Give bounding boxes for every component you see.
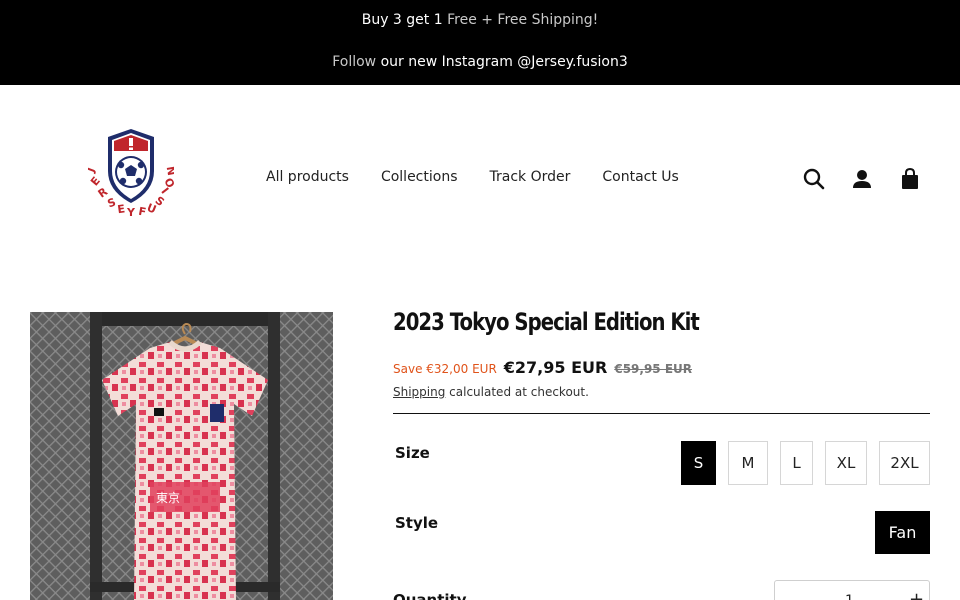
size-option-s[interactable]: S (681, 441, 716, 485)
nav-contact-us[interactable]: Contact Us (602, 169, 678, 185)
main-nav: All products Collections Track Order Con… (266, 169, 679, 185)
svg-text:E: E (117, 202, 126, 216)
logo-emblem: J E R S E Y F U S I O N (84, 129, 178, 219)
brand-logo[interactable]: J E R S E Y F U S I O N (84, 127, 178, 223)
site-header: J E R S E Y F U S I O N All products Col… (0, 85, 960, 275)
price-row: Save €32,00 EUR €27,95 EUR €59,95 EUR (393, 358, 692, 377)
size-label: Size (395, 444, 430, 462)
style-label: Style (395, 514, 439, 532)
shipping-text: calculated at checkout. (445, 385, 589, 399)
announcement-instagram-handle[interactable]: our new Instagram @Jersey.fusion3 (381, 54, 628, 70)
announcement-follow-text: Follow (332, 54, 381, 70)
sale-price: €27,95 EUR (503, 358, 608, 377)
shipping-note: Shipping calculated at checkout. (393, 385, 589, 399)
nav-track-order[interactable]: Track Order (490, 169, 571, 185)
svg-text:Y: Y (126, 206, 136, 219)
svg-text:O: O (161, 176, 174, 190)
style-option-fan[interactable]: Fan (875, 511, 930, 554)
nav-collections[interactable]: Collections (381, 169, 458, 185)
svg-text:N: N (164, 165, 174, 176)
cart-icon[interactable] (898, 167, 922, 191)
announcement-promo-highlight: Free + Free Shipping! (447, 12, 599, 28)
account-icon[interactable] (850, 167, 874, 191)
product-image[interactable]: 東京 (30, 312, 333, 600)
quantity-value[interactable]: 1 (845, 593, 854, 600)
save-amount: Save €32,00 EUR (393, 362, 497, 376)
announcement-promo: Buy 3 get 1 Free + Free Shipping! (0, 12, 960, 28)
divider (393, 413, 930, 414)
announcement-instagram[interactable]: Follow our new Instagram @Jersey.fusion3 (0, 54, 960, 70)
quantity-stepper[interactable]: 1 + (774, 580, 930, 600)
svg-text:東京: 東京 (156, 491, 180, 505)
nav-all-products[interactable]: All products (266, 169, 349, 185)
jersey-photo: 東京 (30, 312, 333, 600)
quantity-label: Quantity (393, 591, 467, 600)
announcement-bar: Buy 3 get 1 Free + Free Shipping! Follow… (0, 0, 960, 85)
svg-text:J: J (88, 166, 98, 175)
compare-price: €59,95 EUR (614, 362, 693, 376)
size-option-l[interactable]: L (780, 441, 813, 485)
size-option-xl[interactable]: XL (825, 441, 867, 485)
quantity-increase-button[interactable]: + (909, 589, 924, 600)
announcement-promo-text: Buy 3 get 1 (361, 12, 448, 28)
product-title: 2023 Tokyo Special Edition Kit (393, 308, 700, 336)
search-icon[interactable] (802, 167, 826, 191)
size-option-m[interactable]: M (728, 441, 768, 485)
shipping-link[interactable]: Shipping (393, 385, 445, 399)
size-option-2xl[interactable]: 2XL (879, 441, 930, 485)
